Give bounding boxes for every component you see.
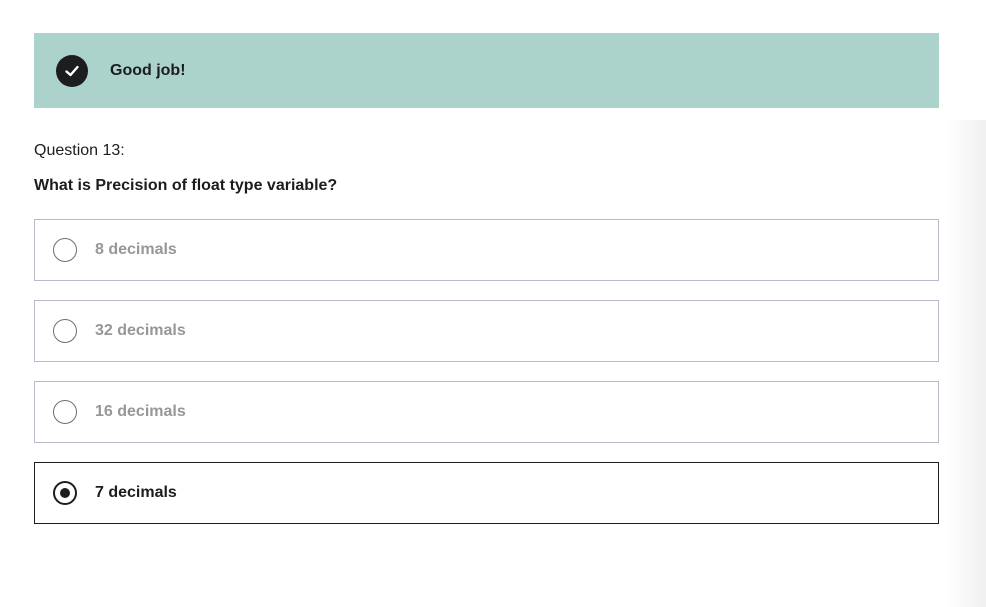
answer-option-4[interactable]: 7 decimals (34, 462, 939, 524)
check-circle-icon (56, 54, 88, 87)
feedback-banner: Good job! (34, 33, 939, 108)
scroll-shade (946, 120, 986, 607)
answer-option-label: 16 decimals (95, 403, 186, 420)
radio-unchecked-icon[interactable] (53, 319, 77, 343)
radio-unchecked-icon[interactable] (53, 400, 77, 424)
answer-option-3[interactable]: 16 decimals (34, 381, 939, 443)
feedback-message: Good job! (110, 61, 186, 79)
radio-unchecked-icon[interactable] (53, 238, 77, 262)
question-number: Question 13: (34, 142, 125, 159)
answer-option-label: 8 decimals (95, 241, 177, 258)
answer-option-1[interactable]: 8 decimals (34, 219, 939, 281)
answer-options: 8 decimals 32 decimals 16 decimals 7 dec… (34, 219, 939, 543)
radio-dot (60, 488, 70, 498)
quiz-page: Good job! Question 13: What is Precision… (0, 0, 986, 607)
answer-option-label: 7 decimals (95, 484, 177, 501)
answer-option-2[interactable]: 32 decimals (34, 300, 939, 362)
radio-checked-icon[interactable] (53, 481, 77, 505)
answer-option-label: 32 decimals (95, 322, 186, 339)
question-prompt: What is Precision of float type variable… (34, 177, 338, 194)
